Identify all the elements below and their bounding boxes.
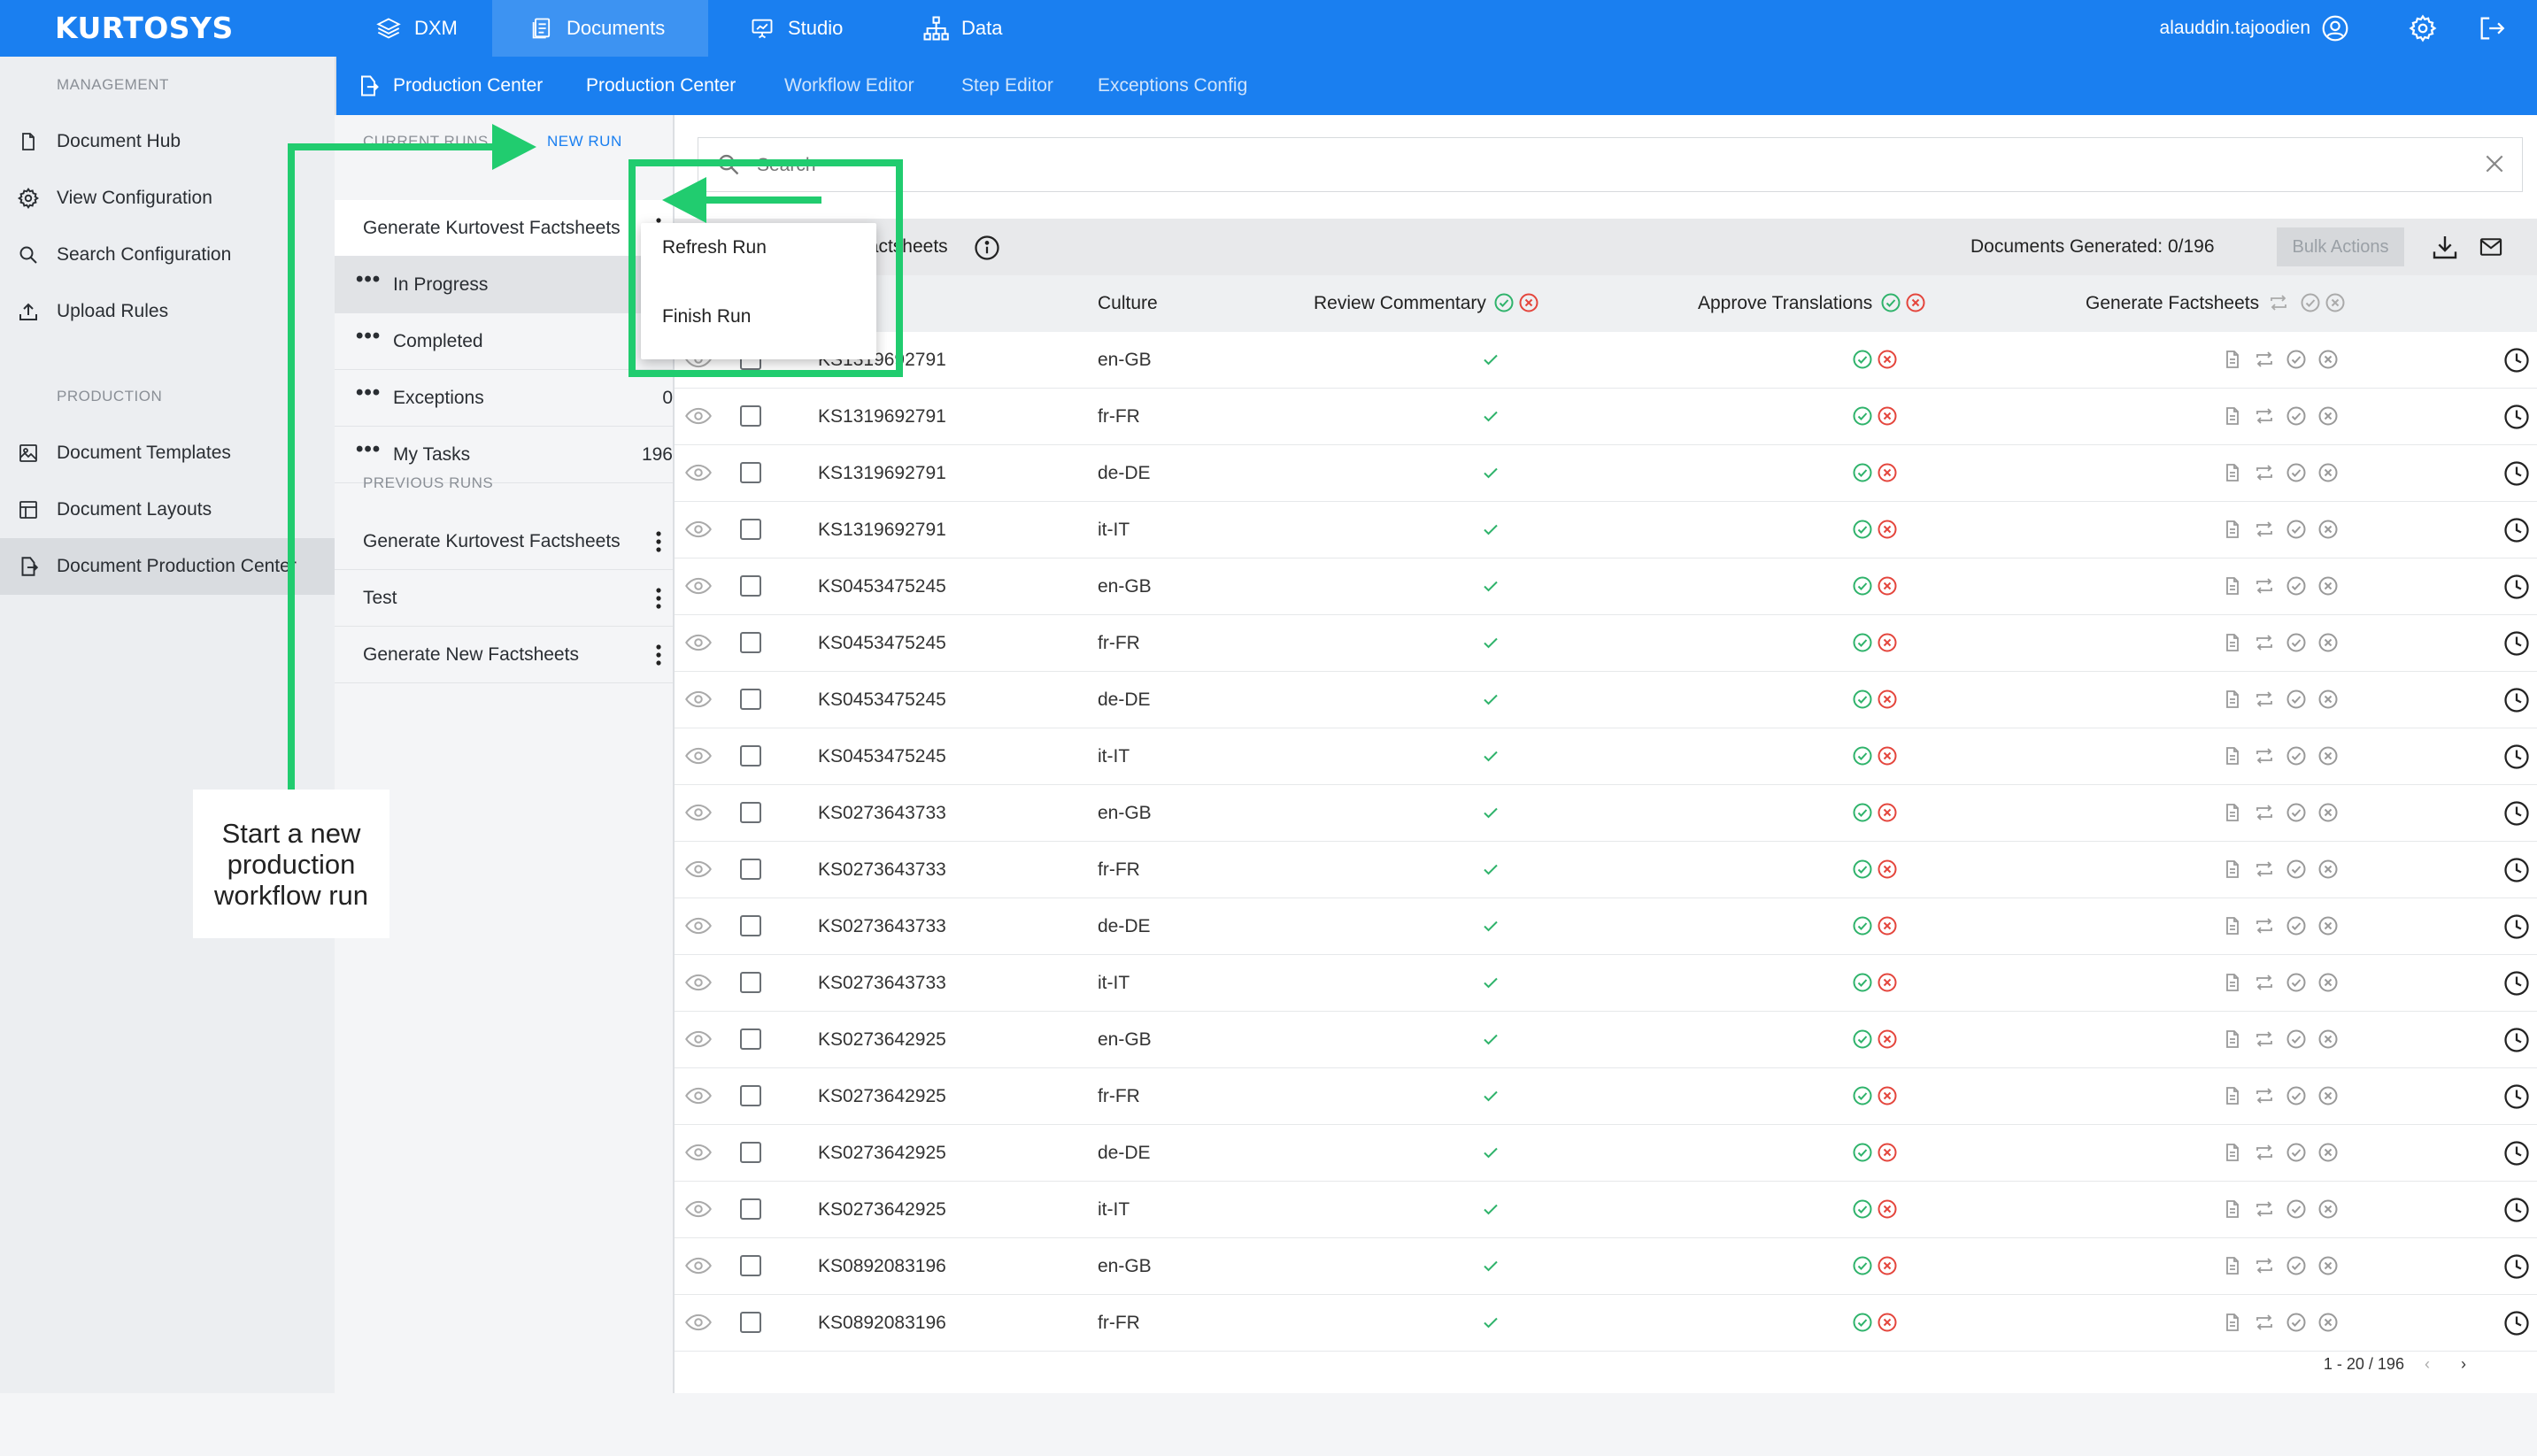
arrowhead-kebab — [662, 177, 706, 223]
arrow-to-new-run — [288, 143, 496, 790]
arrowhead-new-run — [492, 124, 536, 170]
annotation-arrows — [288, 124, 821, 790]
